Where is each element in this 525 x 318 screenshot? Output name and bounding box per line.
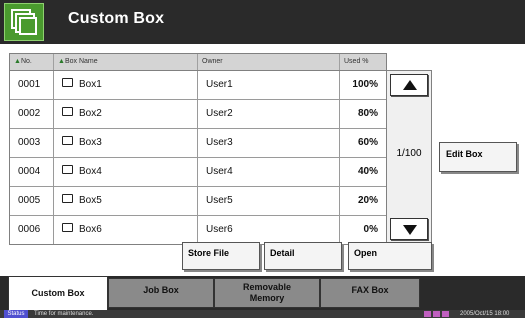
- box-used: 40%: [357, 166, 378, 177]
- scroll-panel: 1/100: [386, 70, 432, 244]
- store-file-button[interactable]: Store File: [182, 242, 260, 270]
- box-number: 0003: [10, 129, 54, 157]
- box-name: Box2: [79, 108, 102, 119]
- sort-triangle-icon: ▲: [58, 58, 65, 65]
- detail-button[interactable]: Detail: [264, 242, 342, 270]
- box-number: 0004: [10, 158, 54, 186]
- main-content: ▲No. ▲Box Name Owner Used % 0001 Box1 Us…: [0, 44, 525, 276]
- folder-icon: [62, 107, 73, 116]
- column-header-used[interactable]: Used %: [340, 54, 386, 70]
- box-owner: User4: [198, 158, 340, 186]
- tab-removable-memory[interactable]: Removable Memory: [214, 278, 320, 308]
- tab-custom-box[interactable]: Custom Box: [8, 276, 108, 310]
- box-number: 0001: [10, 71, 54, 99]
- tab-fax-box[interactable]: FAX Box: [320, 278, 420, 308]
- indicator-icon: [442, 311, 449, 317]
- box-name-cell: Box4: [54, 158, 198, 186]
- box-used: 0%: [363, 224, 378, 235]
- arrow-down-icon: [403, 225, 417, 235]
- box-used: 20%: [357, 195, 378, 206]
- scroll-down-button[interactable]: [390, 218, 428, 240]
- indicator-icon: [424, 311, 431, 317]
- tab-job-box[interactable]: Job Box: [108, 278, 214, 308]
- box-used: 60%: [357, 137, 378, 148]
- box-number: 0005: [10, 187, 54, 215]
- box-owner: User6: [198, 216, 340, 244]
- table-header: ▲No. ▲Box Name Owner Used %: [10, 54, 386, 71]
- page-indicator: 1/100: [396, 148, 422, 159]
- box-number: 0006: [10, 216, 54, 244]
- box-table: ▲No. ▲Box Name Owner Used % 0001 Box1 Us…: [9, 53, 387, 245]
- sort-triangle-icon: ▲: [14, 58, 21, 65]
- status-indicators: [424, 311, 449, 317]
- box-name-cell: Box6: [54, 216, 198, 244]
- indicator-icon: [433, 311, 440, 317]
- status-bar: Status Time for maintenance. 2005/Oct/15…: [0, 310, 525, 318]
- folder-icon: [62, 223, 73, 232]
- column-header-box-name[interactable]: ▲Box Name: [54, 54, 198, 70]
- box-owner: User5: [198, 187, 340, 215]
- column-header-owner[interactable]: Owner: [198, 54, 340, 70]
- table-row[interactable]: 0005 Box5 User5 20%: [10, 187, 386, 216]
- folder-icon: [62, 136, 73, 145]
- box-owner: User2: [198, 100, 340, 128]
- page-title: Custom Box: [68, 10, 165, 27]
- box-name-cell: Box2: [54, 100, 198, 128]
- table-row[interactable]: 0003 Box3 User3 60%: [10, 129, 386, 158]
- edit-box-button[interactable]: Edit Box: [439, 142, 517, 172]
- arrow-up-icon: [403, 80, 417, 90]
- box-name: Box6: [79, 224, 102, 235]
- tab-bar: Custom Box Job Box Removable Memory FAX B…: [0, 276, 525, 310]
- box-number: 0002: [10, 100, 54, 128]
- box-name: Box1: [79, 79, 102, 90]
- box-name-cell: Box3: [54, 129, 198, 157]
- status-datetime: 2005/Oct/15 18:00: [460, 311, 510, 317]
- box-icon: [4, 3, 44, 41]
- table-row[interactable]: 0001 Box1 User1 100%: [10, 71, 386, 100]
- folder-icon: [62, 165, 73, 174]
- title-bar: Custom Box: [0, 0, 525, 44]
- box-owner: User1: [198, 71, 340, 99]
- box-name-cell: Box5: [54, 187, 198, 215]
- status-message: Time for maintenance.: [34, 311, 94, 317]
- scroll-up-button[interactable]: [390, 74, 428, 96]
- folder-icon: [62, 194, 73, 203]
- table-row[interactable]: 0002 Box2 User2 80%: [10, 100, 386, 129]
- table-row[interactable]: 0006 Box6 User6 0%: [10, 216, 386, 244]
- box-name: Box4: [79, 166, 102, 177]
- column-header-no[interactable]: ▲No.: [10, 54, 54, 70]
- box-used: 100%: [352, 79, 378, 90]
- box-used: 80%: [357, 108, 378, 119]
- status-button[interactable]: Status: [4, 310, 28, 318]
- open-button[interactable]: Open: [348, 242, 432, 270]
- table-row[interactable]: 0004 Box4 User4 40%: [10, 158, 386, 187]
- box-name-cell: Box1: [54, 71, 198, 99]
- folder-icon: [62, 78, 73, 87]
- box-owner: User3: [198, 129, 340, 157]
- box-name: Box5: [79, 195, 102, 206]
- box-name: Box3: [79, 137, 102, 148]
